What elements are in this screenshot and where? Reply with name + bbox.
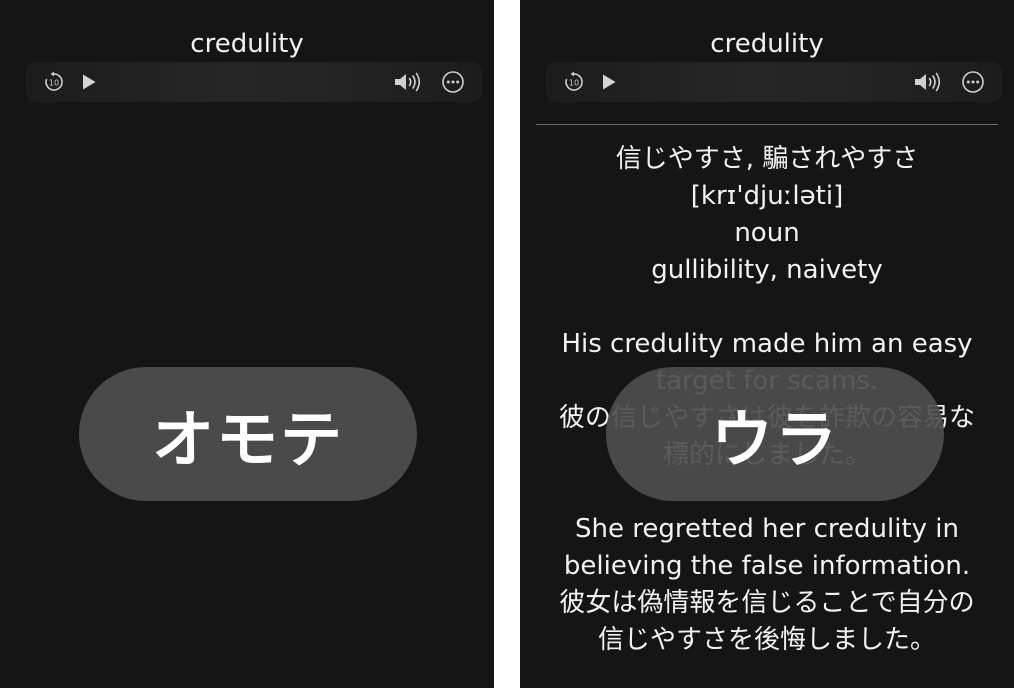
audio-player-bar: 10	[26, 62, 482, 102]
speaker-volume-icon[interactable]	[392, 62, 424, 102]
example2-english-line1: She regretted her credulity in	[575, 514, 959, 544]
example1-english-line1: His credulity made him an easy	[561, 329, 973, 359]
replay-10-icon[interactable]: 10	[42, 62, 66, 102]
replay-10-icon[interactable]: 10	[562, 62, 586, 102]
svg-text:10: 10	[569, 79, 579, 88]
word-title: credulity	[190, 29, 304, 59]
word-title: credulity	[710, 29, 824, 59]
meaning-text: 信じやすさ, 騙されやすさ	[615, 144, 919, 174]
example2-japanese-line1: 彼女は偽情報を信じることで自分の	[559, 588, 975, 618]
flip-card-button[interactable]: ウラ	[606, 367, 944, 501]
more-ellipsis-icon[interactable]	[960, 62, 986, 102]
flashcard-back-panel: credulity 10 信じやすさ, 騙されやすさ [krɪ'djuːləti…	[520, 0, 1014, 688]
part-of-speech-text: noun	[734, 218, 800, 248]
play-icon[interactable]	[78, 62, 100, 102]
section-divider	[536, 124, 998, 125]
flashcard-front-panel: credulity 10 オモテ	[0, 0, 494, 688]
example2-english-line2: believing the false information.	[563, 551, 971, 581]
svg-text:10: 10	[49, 79, 59, 88]
flip-card-button[interactable]: オモテ	[79, 367, 417, 501]
play-icon[interactable]	[598, 62, 620, 102]
pronunciation-text: [krɪ'djuːləti]	[690, 181, 844, 211]
example2-japanese-line2: 信じやすさを後悔しました。	[597, 625, 936, 655]
synonyms-text: gullibility, naivety	[651, 255, 883, 285]
screenshot-stage: credulity 10 オモテ credulity 10 信じやすさ, 騙され…	[0, 0, 1014, 688]
audio-player-bar: 10	[546, 62, 1002, 102]
more-ellipsis-icon[interactable]	[440, 62, 466, 102]
speaker-volume-icon[interactable]	[912, 62, 944, 102]
